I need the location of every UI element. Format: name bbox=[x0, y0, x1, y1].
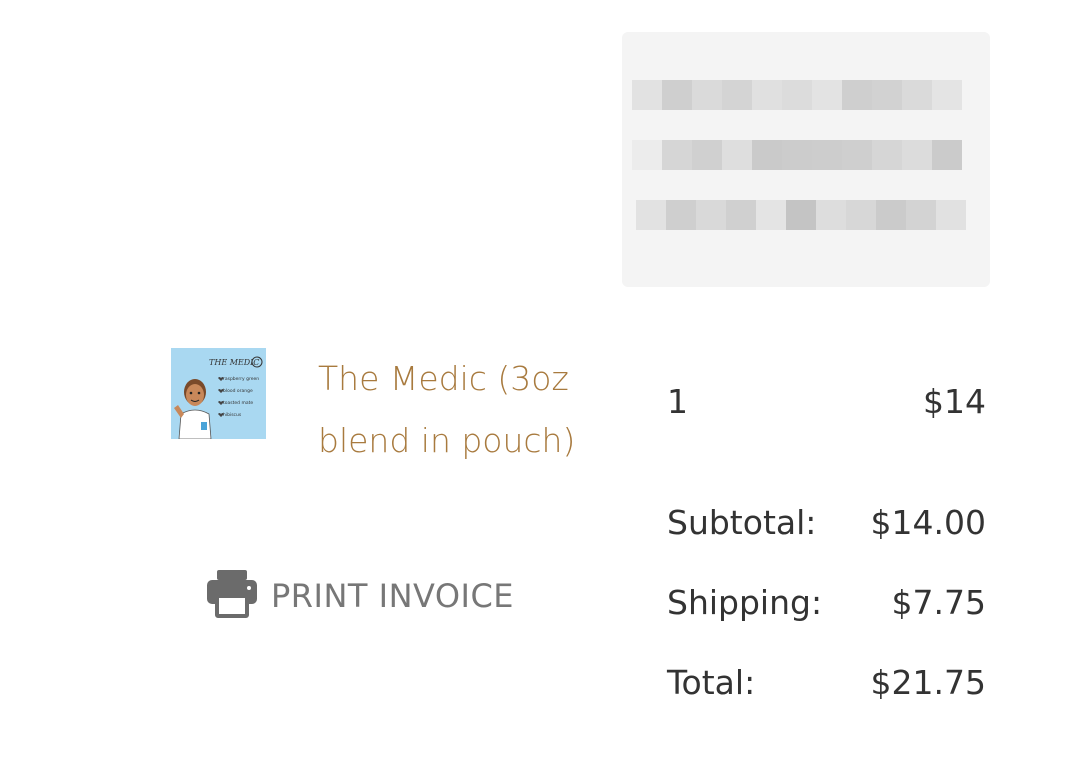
subtotal-label: Subtotal: bbox=[667, 503, 817, 542]
product-thumbnail[interactable]: THE MEDIC raspberry green blood orange t… bbox=[171, 348, 266, 439]
shipping-value: $7.75 bbox=[891, 583, 986, 622]
thumb-line-3: toasted mate bbox=[223, 400, 253, 406]
product-illustration: THE MEDIC raspberry green blood orange t… bbox=[171, 348, 266, 439]
order-confirmation: THE MEDIC raspberry green blood orange t… bbox=[0, 0, 1080, 779]
item-price: $14 bbox=[923, 382, 986, 421]
print-invoice-button[interactable]: PRINT INVOICE bbox=[205, 568, 514, 618]
thumb-line-2: blood orange bbox=[223, 388, 253, 394]
shipping-label: Shipping: bbox=[667, 583, 823, 622]
total-value: $21.75 bbox=[870, 663, 986, 702]
redacted-address-block bbox=[622, 32, 990, 287]
thumb-line-1: raspberry green bbox=[223, 376, 259, 382]
total-label: Total: bbox=[667, 663, 756, 702]
thumb-line-4: hibiscus bbox=[223, 412, 242, 418]
printer-icon bbox=[207, 570, 257, 618]
product-name-link[interactable]: The Medic (3oz blend in pouch) bbox=[318, 348, 618, 472]
print-invoice-label: PRINT INVOICE bbox=[271, 577, 515, 615]
item-quantity: 1 bbox=[667, 382, 688, 421]
subtotal-value: $14.00 bbox=[870, 503, 986, 542]
